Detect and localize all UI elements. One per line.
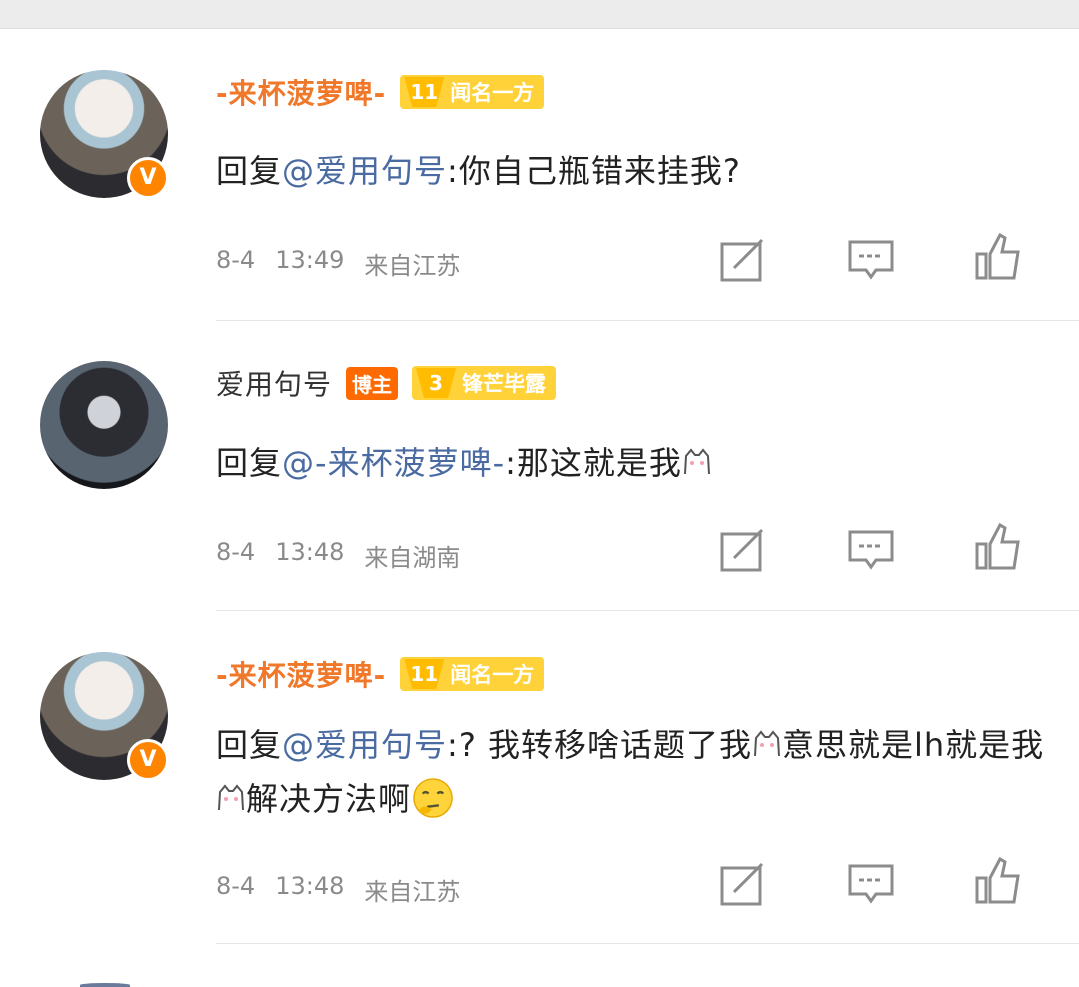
avatar[interactable] bbox=[40, 361, 168, 489]
divider bbox=[216, 320, 1079, 321]
comment-body: 解决方法啊 bbox=[246, 780, 412, 818]
like-icon[interactable] bbox=[974, 232, 1024, 282]
level-number: 3 bbox=[416, 368, 457, 398]
comment-body: 意思就是lh就是我 bbox=[781, 726, 1045, 764]
comment-location: 来自江苏 bbox=[364, 252, 461, 280]
divider bbox=[216, 610, 1079, 611]
level-number: 11 bbox=[404, 77, 445, 107]
level-number: 11 bbox=[404, 659, 445, 689]
level-badge[interactable]: 11 闻名一方 bbox=[400, 75, 545, 109]
comment-text: 回复@-来杯菠萝啤-:那这就是我 bbox=[216, 436, 1046, 490]
comment-body: :你自己瓶错来挂我? bbox=[447, 152, 741, 190]
level-badge[interactable]: 11 闻名一方 bbox=[400, 657, 545, 691]
comment-meta: 8-4 13:49 来自江苏 bbox=[216, 246, 460, 281]
comment-text: 回复@爱用句号:? 我转移啥话题了我 意思就是lh就是我 解决方法啊 bbox=[216, 718, 1046, 826]
comment-body: :? 我转移啥话题了我 bbox=[447, 726, 752, 764]
comment-meta: 8-4 13:48 来自湖南 bbox=[216, 538, 460, 573]
level-name: 锋芒毕露 bbox=[462, 372, 547, 396]
mention-link[interactable]: @爱用句号 bbox=[282, 152, 447, 190]
comment-text: 回复@爱用句号:你自己瓶错来挂我? bbox=[216, 144, 1046, 198]
username[interactable]: 爱用句号 bbox=[216, 363, 332, 403]
username[interactable]: -来杯菠萝啤- bbox=[216, 72, 386, 112]
comment-location: 来自湖南 bbox=[364, 544, 461, 572]
like-icon[interactable] bbox=[974, 856, 1024, 906]
reply-prefix: 回复 bbox=[216, 152, 283, 190]
comment-meta: 8-4 13:48 来自江苏 bbox=[216, 872, 460, 907]
verified-badge-icon: V bbox=[127, 157, 169, 199]
comment-icon[interactable] bbox=[846, 236, 896, 286]
cat-emoji-icon bbox=[218, 784, 244, 811]
reply-prefix: 回复 bbox=[216, 726, 283, 764]
thinking-face-icon bbox=[413, 778, 453, 818]
next-comment-avatar-partial bbox=[80, 983, 130, 987]
reply-prefix: 回复 bbox=[216, 444, 283, 482]
repost-icon[interactable] bbox=[718, 860, 768, 910]
comment-icon[interactable] bbox=[846, 526, 896, 576]
cat-emoji-icon bbox=[753, 730, 780, 757]
mention-link[interactable]: @-来杯菠萝啤- bbox=[282, 444, 505, 482]
comment-location: 来自江苏 bbox=[364, 878, 461, 906]
mention-link[interactable]: @爱用句号 bbox=[282, 726, 447, 764]
comment-time: 13:48 bbox=[275, 538, 345, 566]
comment-date: 8-4 bbox=[216, 538, 256, 566]
comment-date: 8-4 bbox=[216, 246, 256, 274]
comment-time: 13:49 bbox=[275, 246, 345, 274]
level-badge[interactable]: 3 锋芒毕露 bbox=[412, 366, 557, 400]
repost-icon[interactable] bbox=[718, 236, 768, 286]
like-icon[interactable] bbox=[974, 522, 1024, 572]
comment-date: 8-4 bbox=[216, 872, 256, 900]
level-name: 闻名一方 bbox=[450, 663, 535, 687]
comment-time: 13:48 bbox=[275, 872, 345, 900]
top-bar bbox=[0, 0, 1079, 29]
host-badge: 博主 bbox=[346, 366, 399, 400]
comment-body: :那这就是我 bbox=[505, 444, 682, 482]
divider bbox=[216, 943, 1079, 944]
verified-badge-icon: V bbox=[127, 739, 169, 781]
cat-emoji-icon bbox=[683, 448, 710, 475]
comment-icon[interactable] bbox=[846, 860, 896, 910]
level-name: 闻名一方 bbox=[450, 81, 535, 105]
username[interactable]: -来杯菠萝啤- bbox=[216, 654, 386, 694]
repost-icon[interactable] bbox=[718, 526, 768, 576]
